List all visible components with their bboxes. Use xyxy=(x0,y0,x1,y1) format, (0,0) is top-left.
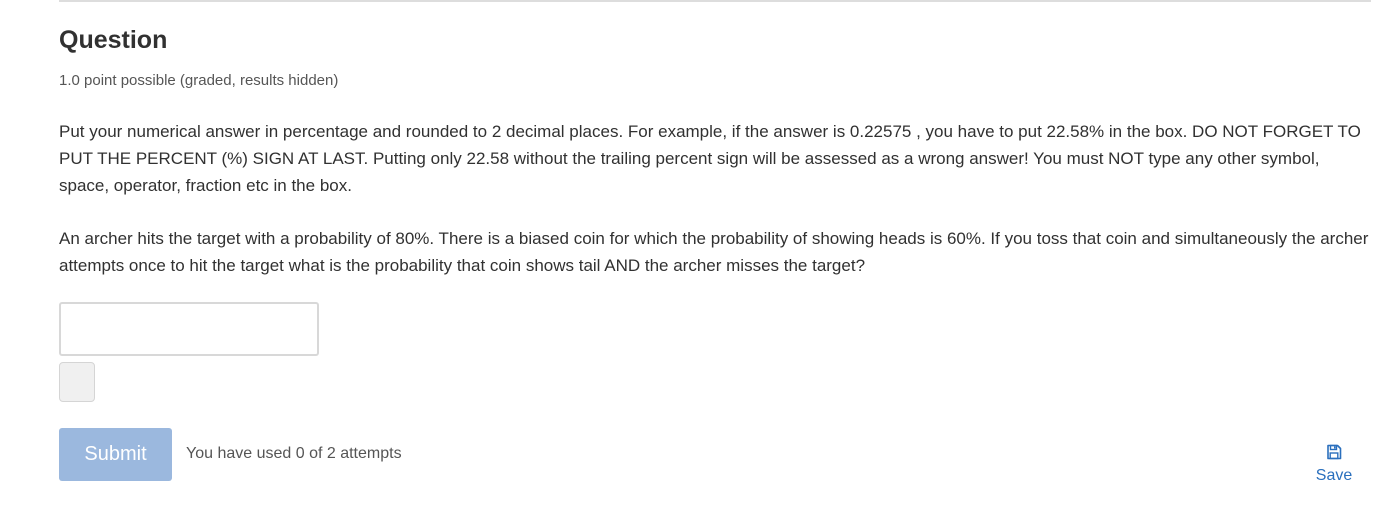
instructions-text: Put your numerical answer in percentage … xyxy=(59,122,1361,195)
points-info: 1.0 point possible (graded, results hidd… xyxy=(59,72,339,89)
save-label: Save xyxy=(1315,467,1353,484)
question-title: Question xyxy=(59,26,168,54)
attempts-counter: You have used 0 of 2 attempts xyxy=(186,445,402,462)
problem-text: An archer hits the target with a probabi… xyxy=(59,229,1369,275)
top-divider xyxy=(59,0,1371,2)
answer-status-indicator xyxy=(59,362,95,402)
submit-button[interactable]: Submit xyxy=(59,428,172,481)
save-button[interactable]: Save xyxy=(1309,444,1359,492)
answer-input[interactable] xyxy=(59,302,319,356)
problem-page: Question 1.0 point possible (graded, res… xyxy=(0,0,1385,511)
floppy-disk-icon xyxy=(1327,444,1342,460)
